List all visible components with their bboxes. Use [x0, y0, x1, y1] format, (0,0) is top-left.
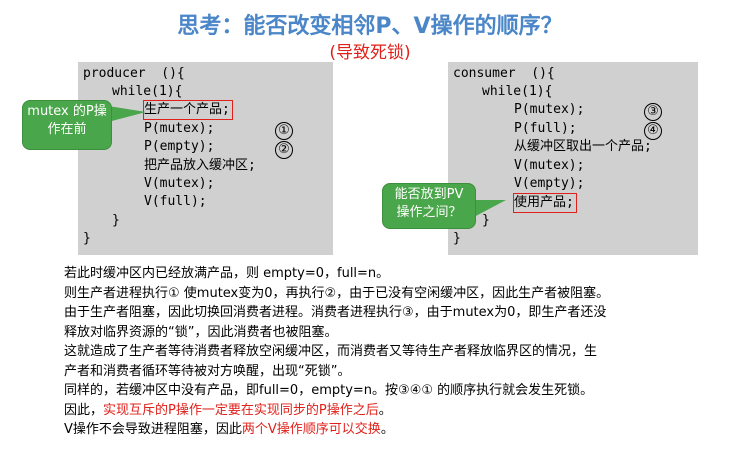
explanation-text: 若此时缓冲区内已经放满产品，则 empty=0，full=n。 则生产者进程执行… [64, 264, 734, 440]
code-line: V(empty); [514, 176, 585, 191]
explanation-paragraph: 产者和消费者循环等待被对方唤醒，出现“死锁”。 [64, 363, 351, 379]
code-line: } [83, 231, 91, 246]
code-line: P(full); [514, 121, 577, 136]
code-line: P(mutex); [514, 102, 585, 117]
code-line: V(mutex); [144, 176, 215, 191]
consumer-code-box: consumer (){ while(1){ P(mutex); P(full)… [448, 62, 698, 255]
explanation-paragraph: 则生产者进程执行① 使mutex变为0，再执行②，由于已没有空闲缓冲区，因此生产… [64, 285, 610, 301]
callout-pointer [108, 106, 146, 122]
code-line: while(1){ [482, 84, 553, 99]
code-line: V(mutex); [514, 158, 585, 173]
step-marker-2: ② [275, 141, 293, 159]
highlight-text: 实现互斥的P操作一定要在实现同步的P操作之后 [103, 402, 379, 418]
callout-text-line: mutex 的P操 [27, 104, 107, 119]
callout-between-pv: 能否放到PV 操作之间？ [382, 183, 476, 229]
code-line: consumer (){ [453, 66, 555, 81]
text-span: 因此， [64, 402, 104, 418]
code-line: P(mutex); [144, 121, 215, 136]
code-line: P(empty); [144, 139, 215, 154]
code-line: } [453, 231, 461, 246]
explanation-paragraph: 同样的，若缓冲区中没有产品，即full=0，empty=n。按③④① 的顺序执行… [64, 383, 594, 398]
text-span: 。 [378, 402, 392, 418]
explanation-conclusion-v: V操作不会导致进程阻塞，因此两个V操作顺序可以交换。 [64, 420, 734, 440]
explanation-conclusion-p: 因此，实现互斥的P操作一定要在实现同步的P操作之后。 [64, 401, 734, 421]
code-line: 把产品放入缓冲区; [144, 158, 256, 173]
highlight-text: 两个V操作顺序可以交换 [241, 422, 381, 437]
callout-text-line: 能否放到PV [394, 187, 464, 202]
code-line: } [112, 213, 120, 228]
explanation-paragraph: 释放对临界资源的“锁”，因此消费者也被阻塞。 [64, 324, 338, 340]
callout-mutex-first: mutex 的P操 作在前 [22, 100, 112, 150]
callout-pointer [472, 200, 506, 218]
code-line: V(full); [144, 194, 207, 209]
callout-text-line: 作在前 [47, 122, 87, 137]
callout-text-line: 操作之间？ [396, 205, 462, 220]
page-title: 思考：能否改变相邻P、V操作的顺序？ [177, 14, 563, 39]
step-marker-4: ④ [644, 122, 662, 140]
producer-code-box: producer (){ while(1){ 生产一个产品; P(mutex);… [78, 62, 333, 255]
code-line-highlighted: 使用产品; [513, 192, 577, 214]
code-line: 从缓冲区取出一个产品; [514, 139, 652, 154]
explanation-paragraph: 这就造成了生产者等待消费者释放空闲缓冲区，而消费者又等待生产者释放临界区的情况，… [64, 344, 598, 359]
page-subtitle: (导致死锁) [329, 43, 411, 63]
code-line-highlighted: 生产一个产品; [143, 99, 233, 121]
code-line: producer (){ [83, 66, 185, 81]
text-span: 。 [380, 422, 394, 437]
step-marker-3: ③ [644, 103, 662, 121]
explanation-paragraph: 若此时缓冲区内已经放满产品，则 empty=0，full=n。 [64, 266, 390, 281]
step-marker-1: ① [275, 122, 293, 140]
text-span: V操作不会导致进程阻塞，因此 [64, 422, 242, 437]
code-line: while(1){ [112, 84, 183, 99]
explanation-paragraph: 由于生产者阻塞，因此切换回消费者进程。消费者进程执行③，由于mutex为0，即生… [64, 305, 607, 320]
